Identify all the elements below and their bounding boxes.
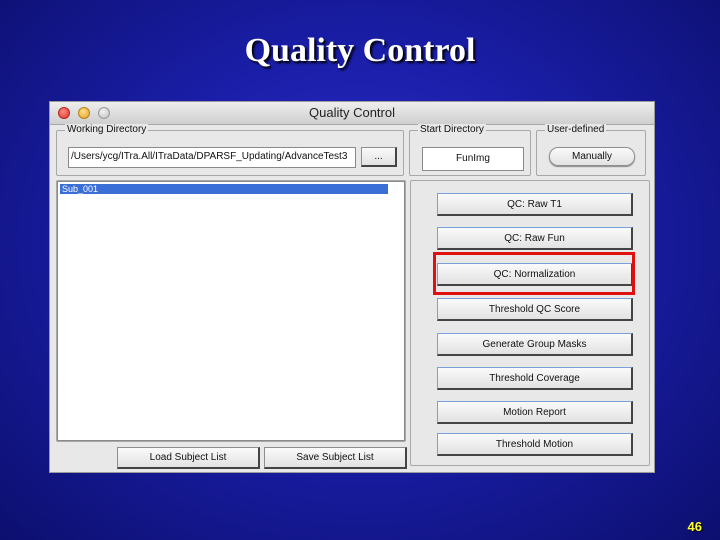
threshold-coverage-button[interactable]: Threshold Coverage	[437, 367, 633, 390]
list-item[interactable]: Sub_001	[60, 184, 388, 194]
start-directory-legend: Start Directory	[418, 124, 486, 136]
working-directory-input[interactable]: /Users/ycg/ITra.All/ITraData/DPARSF_Upda…	[68, 147, 356, 168]
working-directory-legend: Working Directory	[65, 124, 149, 136]
window-titlebar[interactable]: Quality Control	[50, 102, 654, 125]
qc-raw-fun-button[interactable]: QC: Raw Fun	[437, 227, 633, 250]
slide-number: 46	[687, 519, 702, 534]
threshold-qc-score-button[interactable]: Threshold QC Score	[437, 298, 633, 321]
start-directory-input[interactable]: FunImg	[422, 147, 524, 171]
quality-control-window: Quality Control Working Directory /Users…	[49, 101, 655, 473]
window-title: Quality Control	[309, 105, 395, 120]
generate-group-masks-button[interactable]: Generate Group Masks	[437, 333, 633, 356]
start-directory-group: Start Directory FunImg	[409, 124, 531, 176]
subject-listbox[interactable]: Sub_001	[57, 181, 405, 441]
user-defined-legend: User-defined	[545, 124, 607, 136]
browse-button[interactable]: ...	[361, 147, 397, 167]
subject-list-panel: Sub_001	[56, 180, 406, 442]
motion-report-button[interactable]: Motion Report	[437, 401, 633, 424]
save-subject-list-button[interactable]: Save Subject List	[264, 447, 407, 469]
slide-title: Quality Control	[244, 32, 476, 69]
threshold-motion-button[interactable]: Threshold Motion	[437, 433, 633, 456]
qc-raw-t1-button[interactable]: QC: Raw T1	[437, 193, 633, 216]
highlight-box	[433, 252, 635, 295]
manually-button[interactable]: Manually	[549, 147, 635, 166]
load-subject-list-button[interactable]: Load Subject List	[117, 447, 260, 469]
working-directory-group: Working Directory /Users/ycg/ITra.All/IT…	[56, 124, 404, 176]
qc-buttons-panel: QC: Raw T1 QC: Raw Fun QC: Normalization…	[410, 180, 650, 466]
user-defined-group: User-defined Manually	[536, 124, 646, 176]
